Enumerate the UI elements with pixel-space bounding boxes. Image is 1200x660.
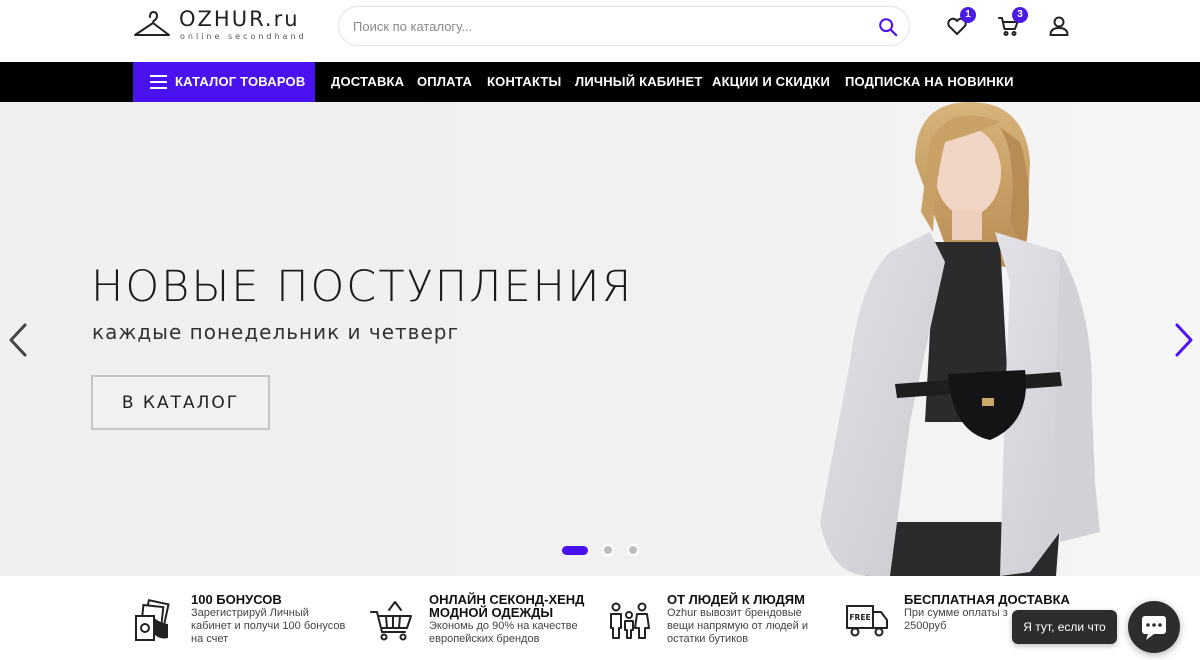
hamburger-icon bbox=[150, 75, 167, 89]
chat-open-button[interactable] bbox=[1128, 601, 1180, 653]
nav-link-delivery[interactable]: ДОСТАВКА bbox=[331, 74, 404, 89]
feature-bonus-title: 100 БОНУСОВ bbox=[191, 592, 282, 607]
feature-people-text-line-3: остатки бутиков bbox=[667, 633, 749, 645]
chat-hint-bubble[interactable]: Я тут, если что bbox=[1012, 610, 1117, 644]
account-button[interactable] bbox=[1047, 14, 1071, 38]
feature-delivery-title: БЕСПЛАТНАЯ ДОСТАВКА bbox=[904, 592, 1070, 607]
chat-icon bbox=[1142, 616, 1166, 640]
site-header: OZHUR.ru online secondhand 1 3 bbox=[0, 0, 1200, 62]
logo-text[interactable]: OZHUR.ru bbox=[179, 7, 300, 31]
user-icon bbox=[1049, 16, 1069, 36]
nav-link-payment[interactable]: ОПЛАТА bbox=[417, 74, 472, 89]
favorites-button[interactable]: 1 bbox=[945, 7, 976, 38]
favorites-count-badge: 1 bbox=[960, 7, 976, 23]
search-input[interactable] bbox=[353, 7, 853, 45]
family-icon bbox=[610, 602, 650, 639]
hero-subtitle: каждые понедельник и четверг bbox=[92, 320, 459, 344]
feature-secondhand-title-line-2: МОДНОЙ ОДЕЖДЫ bbox=[429, 605, 554, 620]
feature-secondhand-text-line-2: европейских брендов bbox=[429, 633, 540, 645]
slider-next-arrow-icon[interactable] bbox=[1173, 322, 1195, 358]
bonus-cash-icon bbox=[135, 599, 170, 641]
catalog-menu-button[interactable]: КАТАЛОГ ТОВАРОВ bbox=[133, 62, 315, 102]
feature-bonus-text-line-1: Зарегистрируй Личный bbox=[191, 607, 309, 619]
slider-dot-1[interactable] bbox=[562, 546, 588, 555]
feature-people-title: ОТ ЛЮДЕЙ К ЛЮДЯМ bbox=[667, 592, 805, 607]
feature-bonus-text-line-2: кабинет и получи 100 бонусов bbox=[191, 620, 346, 632]
main-nav: КАТАЛОГ ТОВАРОВ ДОСТАВКА ОПЛАТА КОНТАКТЫ… bbox=[0, 62, 1200, 102]
to-catalog-button[interactable]: В КАТАЛОГ bbox=[91, 375, 270, 430]
slider-dot-2[interactable] bbox=[602, 544, 614, 556]
hero-title: НОВЫЕ ПОСТУПЛЕНИЯ bbox=[91, 262, 634, 312]
free-label-text: FREE bbox=[849, 613, 870, 622]
slider-dot-3[interactable] bbox=[627, 544, 639, 556]
feature-delivery-text-line-2: 2500руб bbox=[904, 620, 947, 632]
catalog-menu-label: КАТАЛОГ ТОВАРОВ bbox=[175, 74, 306, 89]
slider-prev-arrow-icon[interactable] bbox=[7, 322, 29, 358]
cart-button[interactable]: 3 bbox=[997, 7, 1028, 38]
feature-people-text-line-2: вещи напрямую от людей и bbox=[667, 620, 808, 632]
feature-bonus-text-line-3: на счет bbox=[191, 633, 229, 645]
hero-slider: НОВЫЕ ПОСТУПЛЕНИЯ каждые понедельник и ч… bbox=[0, 102, 1200, 576]
shopping-basket-icon bbox=[370, 601, 412, 641]
nav-link-contacts[interactable]: КОНТАКТЫ bbox=[487, 74, 561, 89]
search-icon[interactable] bbox=[877, 16, 899, 38]
free-delivery-truck-icon: FREE bbox=[846, 605, 888, 637]
feature-secondhand-text-line-1: Экономь до 90% на качестве bbox=[429, 620, 578, 632]
feature-people-text-line-1: Ozhur вывозит брендовые bbox=[667, 607, 802, 619]
nav-link-account[interactable]: ЛИЧНЫЙ КАБИНЕТ bbox=[575, 74, 702, 89]
nav-link-subscribe[interactable]: ПОДПИСКА НА НОВИНКИ bbox=[845, 74, 1014, 89]
search-box bbox=[338, 6, 910, 46]
cart-count-badge: 3 bbox=[1012, 7, 1028, 23]
nav-link-promotions[interactable]: АКЦИИ И СКИДКИ bbox=[712, 74, 830, 89]
feature-delivery-text-line-1: При сумме оплаты з bbox=[904, 607, 1008, 619]
logo-tagline: online secondhand bbox=[180, 32, 307, 41]
